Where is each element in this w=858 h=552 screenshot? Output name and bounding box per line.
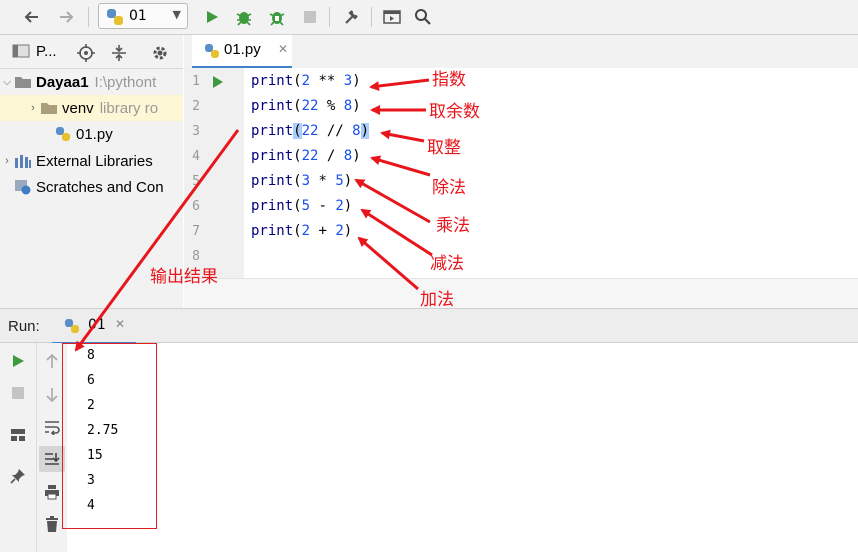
annotation-multiply: 乘法 <box>436 216 470 236</box>
tree-item-file[interactable]: 01.py <box>0 121 183 147</box>
code-line[interactable]: print(22 // 8) <box>251 123 370 139</box>
line-number: 2 <box>192 99 200 114</box>
tree-item-label: External Libraries <box>36 152 153 170</box>
editor-empty-area <box>184 278 858 309</box>
tree-item-path: I:\pythont <box>94 73 157 91</box>
code-line[interactable]: print(22 / 8) <box>251 148 361 164</box>
editor-tab-bar: 01.py ✕ <box>184 35 858 69</box>
run-label: Run: <box>8 318 40 335</box>
code-line[interactable]: print(3 * 5) <box>251 173 352 189</box>
toolbar-separator <box>329 7 330 27</box>
line-number: 6 <box>192 199 200 214</box>
tree-item-project-root[interactable]: ⌵ Dayaa1 I:\pythont <box>0 69 183 95</box>
line-number: 7 <box>192 224 200 239</box>
wrench-icon[interactable] <box>339 5 363 29</box>
line-number: 5 <box>192 174 200 189</box>
python-icon <box>64 318 80 338</box>
code-editor[interactable]: print(2 ** 3) print(22 % 8) print(22 // 8)… <box>244 68 858 278</box>
run-tab-label: 01 <box>88 317 106 333</box>
soft-wrap-icon[interactable] <box>41 416 63 438</box>
down-arrow-icon[interactable] <box>41 384 63 406</box>
run-configuration-select[interactable]: 01 ▼ <box>98 3 188 29</box>
run-configuration-label: 01 <box>129 8 147 24</box>
scratches-icon <box>14 179 32 195</box>
rerun-icon[interactable] <box>7 350 29 372</box>
output-highlight-box <box>62 343 157 529</box>
run-gutter-icon[interactable] <box>212 75 224 93</box>
stop-icon[interactable] <box>7 382 29 404</box>
back-icon[interactable] <box>20 5 44 29</box>
print-icon[interactable] <box>41 481 63 503</box>
folder-icon <box>14 74 32 90</box>
chevron-down-icon: ▼ <box>172 8 181 21</box>
code-line[interactable]: print(22 % 8) <box>251 98 361 114</box>
tree-item-venv[interactable]: › venv library ro <box>0 95 183 121</box>
editor-tab-label: 01.py <box>224 41 261 58</box>
tree-item-label: 01.py <box>76 125 113 143</box>
tree-item-label: Dayaa1 <box>36 73 89 91</box>
close-icon[interactable]: ✕ <box>278 42 288 56</box>
pin-icon[interactable] <box>7 465 29 487</box>
code-line[interactable]: print(2 ** 3) <box>251 73 361 89</box>
project-tool-header: P... <box>0 35 183 69</box>
project-view-dropdown[interactable]: P... <box>36 43 57 60</box>
annotation-floor-div: 取整 <box>427 138 461 158</box>
main-toolbar: 01 ▼ <box>0 0 858 35</box>
stop-icon[interactable] <box>298 5 322 29</box>
close-icon[interactable]: ✕ <box>115 317 125 331</box>
toolbar-separator <box>88 7 89 27</box>
presentation-icon[interactable] <box>380 5 404 29</box>
tree-item-external-libraries[interactable]: › External Libraries <box>0 148 183 174</box>
gear-icon[interactable] <box>151 44 169 66</box>
run-icon[interactable] <box>200 5 224 29</box>
up-arrow-icon[interactable] <box>41 350 63 372</box>
python-file-icon <box>204 43 220 63</box>
run-tool-header: Run: 01 ✕ <box>0 308 858 345</box>
chevron-right-icon[interactable]: › <box>0 155 14 167</box>
annotation-power: 指数 <box>432 70 466 90</box>
project-view-icon <box>12 44 30 62</box>
code-line[interactable]: print(5 - 2) <box>251 198 352 214</box>
locate-icon[interactable] <box>77 44 95 66</box>
tree-item-label: Scratches and Con <box>36 178 164 196</box>
line-number: 3 <box>192 124 200 139</box>
annotation-output: 输出结果 <box>150 267 218 287</box>
collapse-all-icon[interactable] <box>110 44 128 66</box>
tree-item-extra: library ro <box>99 99 159 117</box>
python-icon <box>106 8 124 30</box>
code-line[interactable]: print(2 + 2) <box>251 223 352 239</box>
line-number: 4 <box>192 149 200 164</box>
python-file-icon <box>54 126 72 142</box>
annotation-subtract: 减法 <box>430 254 464 274</box>
line-number: 1 <box>192 74 200 89</box>
library-icon <box>14 153 32 169</box>
debug-icon[interactable] <box>232 5 256 29</box>
annotation-add: 加法 <box>420 290 454 310</box>
editor-gutter: 12345678 <box>184 68 244 278</box>
toolbar-separator <box>371 7 372 27</box>
chevron-right-icon[interactable]: › <box>26 102 40 114</box>
trash-icon[interactable] <box>41 513 63 535</box>
run-toolbar-primary <box>0 343 37 552</box>
chevron-down-icon[interactable]: ⌵ <box>0 76 14 89</box>
layout-icon[interactable] <box>7 424 29 446</box>
tree-item-scratches[interactable]: Scratches and Con <box>0 174 183 200</box>
tree-item-label: venv <box>62 99 94 117</box>
folder-icon <box>40 100 58 116</box>
editor-tab-file[interactable]: 01.py ✕ <box>192 35 292 69</box>
run-console-output[interactable]: 8 6 2 2.75 15 3 4 <box>67 343 858 552</box>
forward-icon[interactable] <box>54 5 78 29</box>
annotation-modulo: 取余数 <box>429 102 480 122</box>
coverage-icon[interactable] <box>265 5 289 29</box>
search-icon[interactable] <box>411 5 435 29</box>
run-tab[interactable]: 01 ✕ <box>52 309 136 345</box>
annotation-division: 除法 <box>432 178 466 198</box>
